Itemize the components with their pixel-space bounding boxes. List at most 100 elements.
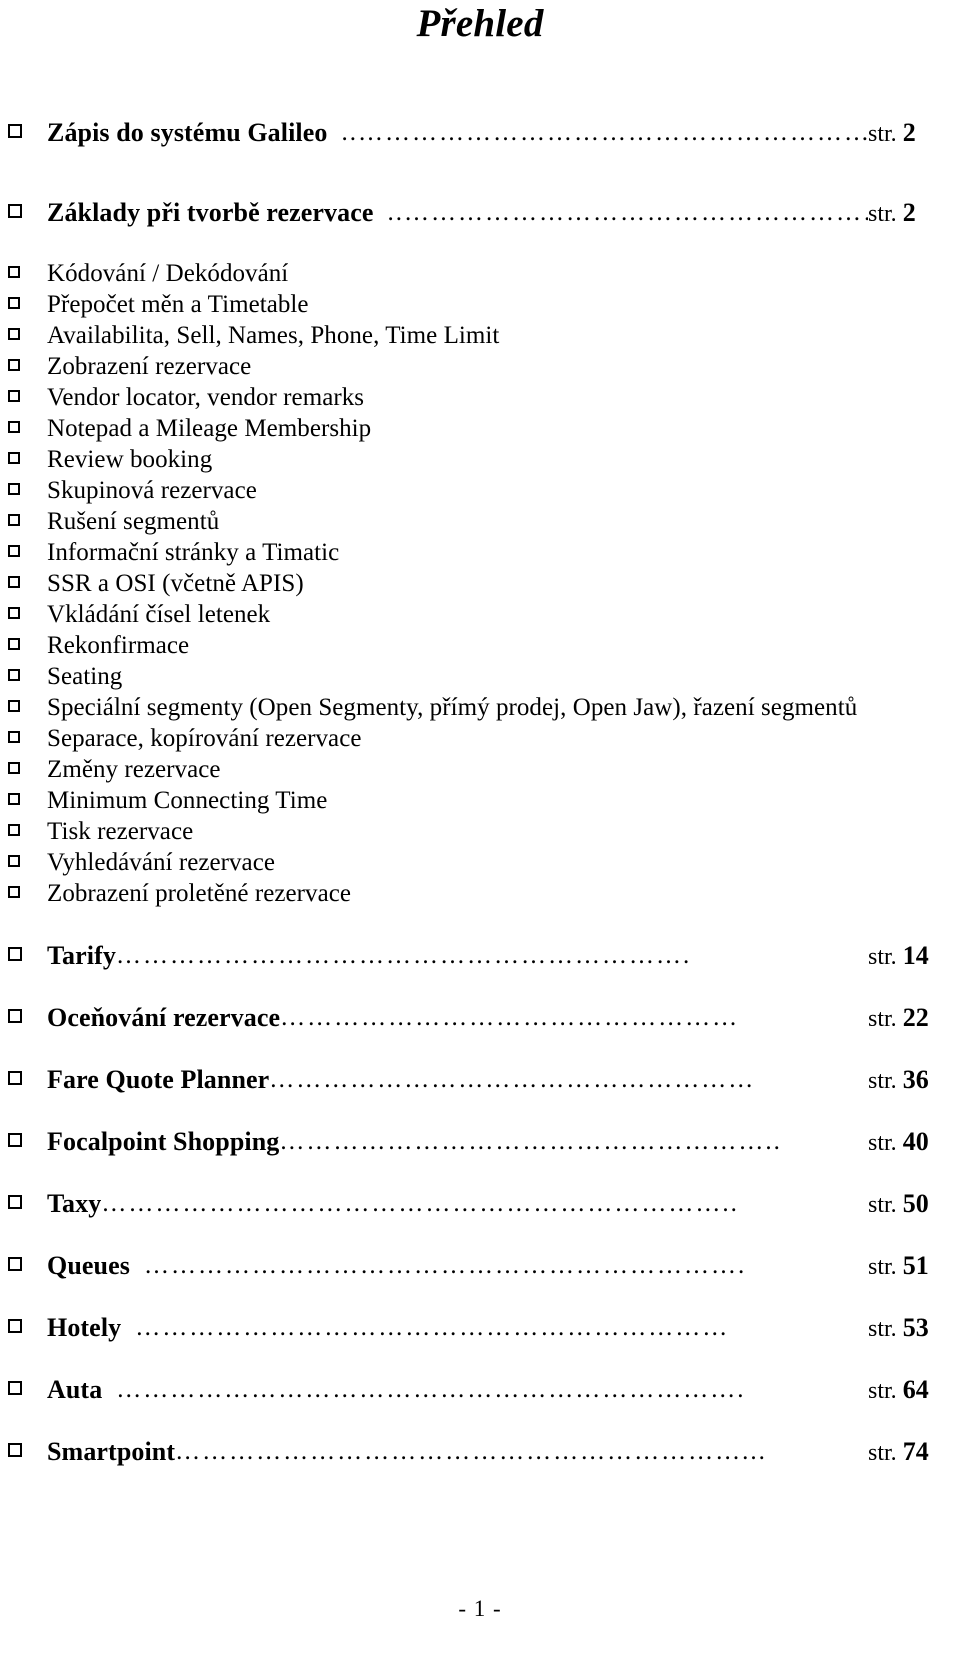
square-bullet-icon <box>8 1319 22 1333</box>
square-bullet-icon <box>8 297 20 309</box>
page-number: 2 <box>902 198 916 227</box>
toc-entry-page: str. 36 <box>868 1065 954 1095</box>
square-bullet-icon <box>8 762 20 774</box>
page-number: 22 <box>902 1003 929 1032</box>
toc-entry-label: Auta <box>47 1375 103 1404</box>
toc-subentry-label: Přepočet měn a Timetable <box>47 291 309 318</box>
toc-entry-page: str. 50 <box>868 1189 954 1219</box>
toc-entry-major[interactable]: Fare Quote Planner ……………………………………………… st… <box>0 1065 960 1127</box>
toc-subentry[interactable]: Speciální segmenty (Open Segmenty, přímý… <box>0 694 960 725</box>
square-bullet-icon <box>8 359 20 371</box>
toc-subentry[interactable]: Přepočet měn a Timetable <box>0 291 960 322</box>
toc-entry-page: str. 74 <box>868 1437 954 1467</box>
page-number: 51 <box>902 1251 929 1280</box>
toc-subentry[interactable]: Rekonfirmace <box>0 632 960 663</box>
page-title: Přehled <box>416 2 544 45</box>
toc-entry-label: Queues <box>47 1251 130 1280</box>
document-page: Přehled Zápis do systému Galileo ..……………… <box>0 0 960 1657</box>
toc-subentry[interactable]: Rušení segmentů <box>0 508 960 539</box>
square-bullet-icon <box>8 483 20 495</box>
dot-leader: ..………………………………………………….. <box>341 119 869 146</box>
toc-subentry[interactable]: Zobrazení proletěné rezervace <box>0 880 960 911</box>
square-bullet-icon <box>8 793 20 805</box>
toc-entry-major[interactable]: Auta ……………………………………………………………. str. 64 <box>0 1375 960 1437</box>
toc-subentry-label: SSR a OSI (včetně APIS) <box>47 570 304 597</box>
toc-subentry-label: Vyhledávání rezervace <box>47 849 275 876</box>
toc-subentry[interactable]: Tisk rezervace <box>0 818 960 849</box>
toc-subentry-label: Zobrazení rezervace <box>47 353 252 380</box>
dot-leader: ……………………………………………….. <box>279 1128 782 1155</box>
toc-subentry-label: Tisk rezervace <box>47 818 194 845</box>
square-bullet-icon <box>8 1071 22 1085</box>
toc-subentry[interactable]: Změny rezervace <box>0 756 960 787</box>
toc-entry-major[interactable]: Oceňování rezervace …………………………………………… st… <box>0 1003 960 1065</box>
toc-subentry-label: Skupinová rezervace <box>47 477 257 504</box>
square-bullet-icon <box>8 421 20 433</box>
toc-entry-major[interactable]: Základy při tvorbě rezervace ..………………………… <box>0 198 960 260</box>
square-bullet-icon <box>8 452 20 464</box>
toc-entry-major[interactable]: Zápis do systému Galileo ..…………………………………… <box>0 118 960 180</box>
toc-subentry-label: Změny rezervace <box>47 756 221 783</box>
toc-entry-label: Smartpoint <box>47 1437 176 1466</box>
toc-subentry[interactable]: Review booking <box>0 446 960 477</box>
toc-entry-major[interactable]: Taxy …………………………………………………………….. str. 50 <box>0 1189 960 1251</box>
toc-subentry[interactable]: Zobrazení rezervace <box>0 353 960 384</box>
toc-entry-page: str. 64 <box>868 1375 954 1405</box>
toc-subentry[interactable]: Vendor locator, vendor remarks <box>0 384 960 415</box>
square-bullet-icon <box>8 607 20 619</box>
square-bullet-icon <box>8 545 20 557</box>
toc-subentry-label: Notepad a Mileage Membership <box>47 415 372 442</box>
toc-entry-page: str. 40 <box>868 1127 954 1157</box>
toc-subentry-label: Vkládání čísel letenek <box>47 601 271 628</box>
toc-subentry-label: Vendor locator, vendor remarks <box>47 384 365 411</box>
toc-subentry-label: Minimum Connecting Time <box>47 787 328 814</box>
square-bullet-icon <box>8 1195 22 1209</box>
toc-entry-page: str. 22 <box>868 1003 954 1033</box>
toc-subentry[interactable]: Separace, kopírování rezervace <box>0 725 960 756</box>
toc-subentry[interactable]: Notepad a Mileage Membership <box>0 415 960 446</box>
toc-subentry[interactable]: Availabilita, Sell, Names, Phone, Time L… <box>0 322 960 353</box>
square-bullet-icon <box>8 576 20 588</box>
square-bullet-icon <box>8 669 20 681</box>
square-bullet-icon <box>8 824 20 836</box>
toc-subentry[interactable]: Informační stránky a Timatic <box>0 539 960 570</box>
page-prefix-label: str. <box>868 1006 897 1032</box>
toc-subentry-label: Availabilita, Sell, Names, Phone, Time L… <box>47 322 500 349</box>
square-bullet-icon <box>8 1443 22 1457</box>
toc-subentry-label: Separace, kopírování rezervace <box>47 725 362 752</box>
toc-subentry-label: Kódování / Dekódování <box>47 260 289 287</box>
page-prefix-label: str. <box>868 944 897 970</box>
square-bullet-icon <box>8 1257 22 1271</box>
toc-subentry[interactable]: Seating <box>0 663 960 694</box>
toc-entry-label: Zápis do systému Galileo <box>47 118 328 147</box>
page-prefix-label: str. <box>868 121 897 147</box>
toc-entry-page: str. 51 <box>868 1251 954 1281</box>
toc-entry-page: str. 14 <box>868 941 954 971</box>
toc-entry-major[interactable]: Smartpoint ………………………………………………………... str.… <box>0 1437 960 1499</box>
page-prefix-label: str. <box>868 1130 897 1156</box>
toc-subentry[interactable]: Kódování / Dekódování <box>0 260 960 291</box>
toc-entry-major[interactable]: Focalpoint Shopping ………………………………………………..… <box>0 1127 960 1189</box>
toc-subentry[interactable]: SSR a OSI (včetně APIS) <box>0 570 960 601</box>
dot-leader: ………………………………………………………… <box>135 1314 730 1341</box>
page-prefix-label: str. <box>868 1254 897 1280</box>
page-prefix-label: str. <box>868 1440 897 1466</box>
toc-entry-major[interactable]: Hotely ………………………………………………………… str. 53 <box>0 1313 960 1375</box>
page-number: 2 <box>902 118 916 147</box>
toc-subentry-label: Review booking <box>47 446 213 473</box>
square-bullet-icon <box>8 390 20 402</box>
square-bullet-icon <box>8 266 20 278</box>
toc-entry-major[interactable]: Tarify ………………………………………………………. str. 14 <box>0 941 960 1003</box>
square-bullet-icon <box>8 1133 22 1147</box>
toc-subentry[interactable]: Vyhledávání rezervace <box>0 849 960 880</box>
toc-subentry[interactable]: Skupinová rezervace <box>0 477 960 508</box>
toc-subentry[interactable]: Minimum Connecting Time <box>0 787 960 818</box>
page-number: 14 <box>902 941 929 970</box>
toc-entry-major[interactable]: Queues …………………………………………………………. str. 51 <box>0 1251 960 1313</box>
toc-entry-label: Tarify <box>47 941 116 970</box>
toc-subentry[interactable]: Vkládání čísel letenek <box>0 601 960 632</box>
square-bullet-icon <box>8 124 22 138</box>
page-number: 74 <box>902 1437 929 1466</box>
page-prefix-label: str. <box>868 1068 897 1094</box>
